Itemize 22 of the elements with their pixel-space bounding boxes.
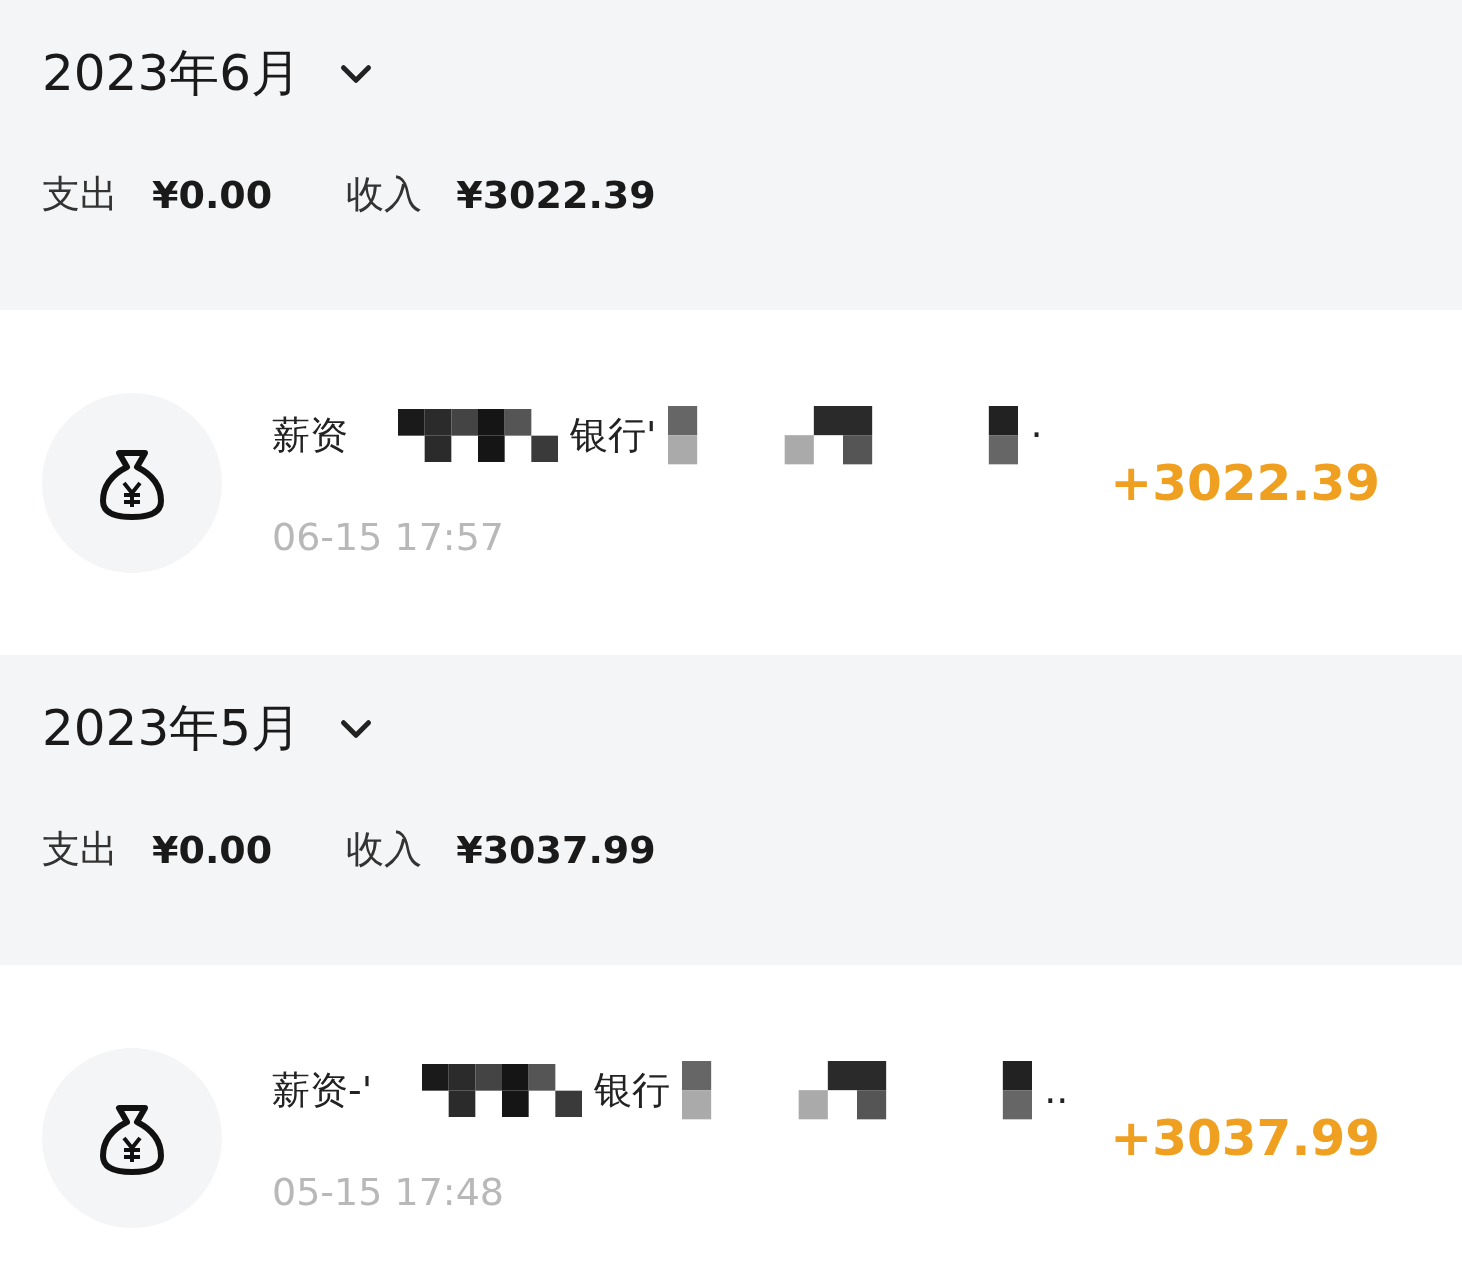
- month-title[interactable]: 2023年5月: [42, 695, 302, 762]
- transaction-time: 05-15 17:48: [272, 1169, 505, 1214]
- summary-amount: ¥3022.39: [456, 172, 656, 217]
- transaction-title: 薪资-': [272, 1067, 373, 1114]
- transaction-title: ..: [1044, 1068, 1069, 1113]
- transaction-title: 银行: [594, 1067, 671, 1114]
- summary-label: 支出: [42, 826, 118, 873]
- summary-label: 收入: [346, 171, 423, 218]
- month-title[interactable]: 2023年6月: [42, 40, 302, 107]
- transaction-title: ·: [1030, 413, 1043, 458]
- transaction-title: 银行': [570, 412, 657, 459]
- summary-amount: ¥0.00: [152, 827, 273, 872]
- transaction-amount: +3037.99: [1110, 1108, 1380, 1167]
- transaction-title: 薪资: [272, 412, 348, 459]
- summary-amount: ¥0.00: [152, 172, 273, 217]
- transaction-card[interactable]: 薪资 银行' · 06-15 17:57 +3022.39: [0, 310, 1462, 655]
- transaction-time: 06-15 17:57: [272, 514, 505, 559]
- summary-label: 收入: [346, 826, 423, 873]
- summary-amount: ¥3037.99: [456, 827, 656, 872]
- transaction-card[interactable]: 薪资-' 银行 .. 05-15 17:48 +3037.99: [0, 965, 1462, 1280]
- transaction-amount: +3022.39: [1110, 453, 1380, 512]
- summary-label: 支出: [42, 171, 118, 218]
